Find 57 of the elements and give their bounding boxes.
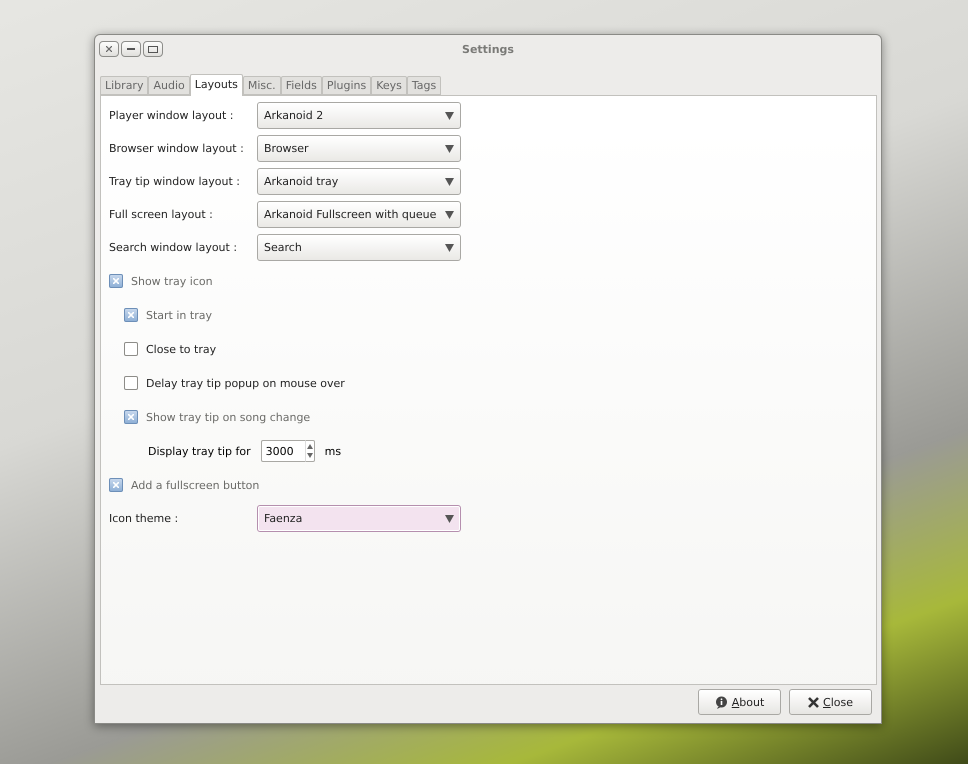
checkbox[interactable] <box>124 342 138 356</box>
checkbox-label: Start in tray <box>146 308 212 322</box>
dropdown-arrow-icon <box>445 210 454 218</box>
maximize-icon <box>148 46 158 52</box>
checkbox[interactable] <box>124 376 138 390</box>
checkbox-label: Close to tray <box>146 342 216 356</box>
checkbox-label: Show tray tip on song change <box>146 410 310 424</box>
checkbox[interactable] <box>124 410 138 424</box>
spin-label: Display tray tip for <box>148 444 251 458</box>
tab[interactable]: Keys <box>371 76 407 95</box>
check-mark-icon <box>128 414 134 420</box>
close-window-button[interactable] <box>99 41 119 57</box>
unit-label: ms <box>324 444 342 458</box>
layout-dropdown[interactable]: Arkanoid tray <box>257 168 461 195</box>
window-title: Settings <box>461 42 515 56</box>
maximize-button[interactable] <box>143 41 163 57</box>
number-field[interactable]: 3000 <box>260 440 305 462</box>
close-icon <box>106 46 112 52</box>
checkbox[interactable] <box>109 478 123 492</box>
dropdown-arrow-icon <box>445 178 454 186</box>
spin-arrows-icon[interactable] <box>304 440 315 462</box>
layout-dropdown[interactable]: Arkanoid 2 <box>257 102 461 129</box>
tab[interactable]: Misc. <box>242 76 281 95</box>
minimize-icon <box>127 48 135 50</box>
field-label: Icon theme : <box>109 512 180 525</box>
checkbox[interactable] <box>124 308 138 322</box>
field-label: Player window layout : <box>109 109 234 122</box>
tab[interactable]: Fields <box>280 76 322 95</box>
tab[interactable]: Plugins <box>322 76 372 95</box>
check-mark-icon <box>128 312 134 318</box>
icon-theme-dropdown[interactable]: Faenza <box>257 505 461 532</box>
dropdown-arrow-icon <box>445 144 454 152</box>
close-button[interactable]: Close <box>789 689 872 715</box>
dropdown-arrow-icon <box>445 112 454 120</box>
field-label: Tray tip window layout : <box>109 175 241 188</box>
close-icon <box>808 696 819 708</box>
check-mark-icon <box>113 482 119 488</box>
tab[interactable]: Audio <box>148 76 190 95</box>
layout-dropdown[interactable]: Browser <box>257 135 461 162</box>
checkbox-label: Show tray icon <box>131 274 213 288</box>
checkbox-label: Delay tray tip popup on mouse over <box>146 376 345 390</box>
info-icon <box>714 696 728 708</box>
field-label: Browser window layout : <box>109 142 245 155</box>
minimize-button[interactable] <box>121 41 141 57</box>
tab[interactable]: Tags <box>406 76 442 95</box>
tab[interactable]: Library <box>100 76 148 95</box>
field-label: Full screen layout : <box>109 208 214 221</box>
layout-dropdown[interactable]: Search <box>257 234 461 261</box>
checkbox-label: Add a fullscreen button <box>131 478 260 492</box>
check-mark-icon <box>113 278 119 284</box>
checkbox[interactable] <box>109 274 123 288</box>
layout-dropdown[interactable]: Arkanoid Fullscreen with queue <box>257 201 461 228</box>
field-label: Search window layout : <box>109 241 238 254</box>
dropdown-arrow-icon <box>445 514 454 522</box>
about-button[interactable]: About <box>698 689 781 715</box>
dropdown-arrow-icon <box>445 244 454 252</box>
tab[interactable]: Layouts <box>190 74 243 96</box>
